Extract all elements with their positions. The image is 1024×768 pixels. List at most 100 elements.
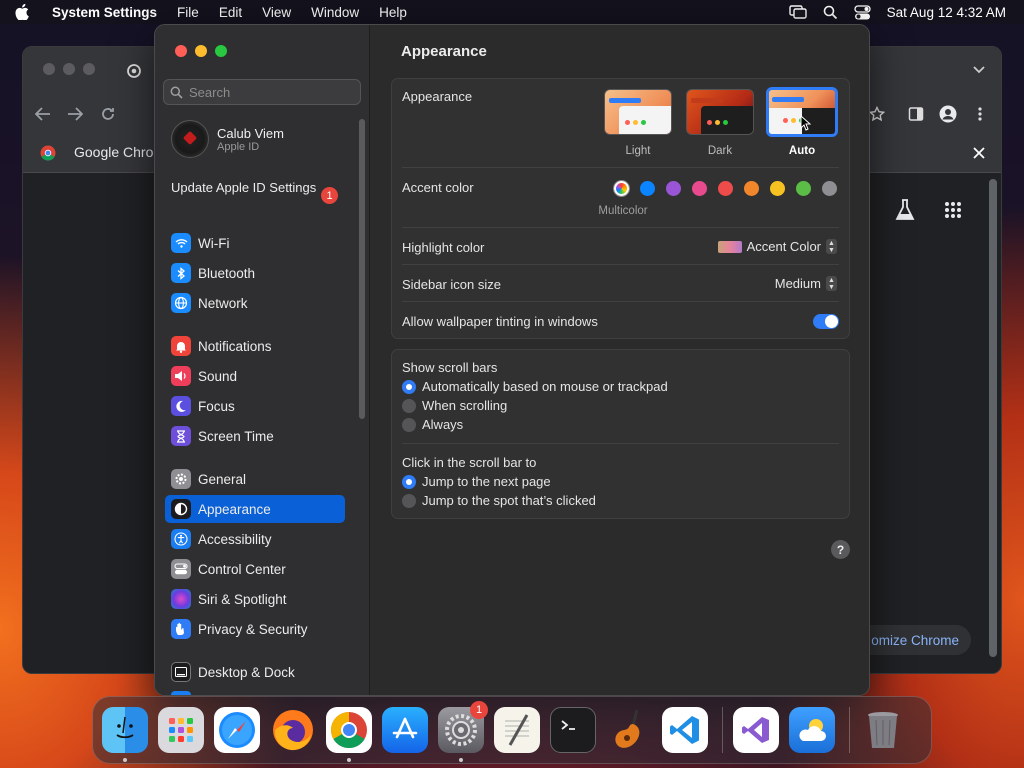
scroll-always-radio[interactable]: Always [402,417,463,432]
sidebar-icon-size-popup[interactable]: Medium ▲ ▼ [775,276,837,291]
wallpaper-tinting-toggle[interactable] [813,314,839,329]
radio-label: Jump to the next page [422,474,551,489]
chevron-down-icon[interactable] [973,66,985,74]
accent-yellow-swatch[interactable] [770,181,785,196]
vscode-app-icon[interactable] [662,707,708,753]
profile-icon[interactable] [939,105,957,123]
back-arrow-icon[interactable] [35,107,51,121]
hourglass-icon [171,426,191,446]
terminal-app-icon[interactable] [550,707,596,753]
textedit-app-icon[interactable] [494,707,540,753]
menu-window[interactable]: Window [301,5,369,20]
chrome-bookmark-label[interactable]: Google Chrom [74,144,165,160]
forward-arrow-icon[interactable] [67,107,83,121]
launchpad-app-icon[interactable] [158,707,204,753]
finder-app-icon[interactable] [102,707,148,762]
sidebar-scrollbar[interactable] [359,119,365,419]
zoom-button[interactable] [215,45,227,57]
close-icon[interactable] [973,147,985,159]
accent-multicolor-swatch[interactable] [614,181,629,196]
accent-orange-swatch[interactable] [744,181,759,196]
labs-flask-icon[interactable] [895,199,915,221]
sidebar-item-bluetooth[interactable]: Bluetooth [165,259,345,287]
apple-id-profile[interactable]: Calub Viem Apple ID [171,120,284,158]
scroll-when-scrolling-radio[interactable]: When scrolling [402,398,507,413]
visual-studio-app-icon[interactable] [733,707,779,753]
accent-pink-swatch[interactable] [692,181,707,196]
sidebar-item-appearance[interactable]: Appearance [165,495,345,523]
sidebar-icon-size-label: Sidebar icon size [402,277,501,292]
accent-caption: Multicolor [598,205,648,217]
sidebar-item-notifications[interactable]: Notifications [165,332,345,360]
menu-view[interactable]: View [252,5,301,20]
chrome-tab-icon [127,64,141,78]
sidebar-item-control-center[interactable]: Control Center [165,555,345,583]
profile-subtitle: Apple ID [217,140,260,153]
close-button[interactable] [175,45,187,57]
radio-button[interactable] [402,379,416,394]
sidebar-item-sound[interactable]: Sound [165,362,345,390]
update-badge: 1 [321,187,338,204]
chrome-minimize-button[interactable] [63,63,75,75]
apple-menu[interactable] [0,4,44,20]
search-field[interactable] [163,79,361,105]
chrome-app-icon[interactable] [326,707,372,762]
sidebar-icon-size-value: Medium [774,276,821,291]
click-spot-radio[interactable]: Jump to the spot that’s clicked [402,493,596,508]
radio-button[interactable] [402,493,416,508]
screen-mirroring-icon[interactable] [788,5,807,19]
scroll-auto-radio[interactable]: Automatically based on mouse or trackpad [402,379,668,394]
sidebar-item-screen-time[interactable]: Screen Time [165,422,345,450]
apps-grid-icon[interactable] [944,201,962,219]
menu-app-name[interactable]: System Settings [44,5,167,20]
app-store-app-icon[interactable] [382,707,428,753]
accent-red-swatch[interactable] [718,181,733,196]
more-vertical-icon[interactable] [978,107,982,121]
dock-separator [722,707,723,753]
sidebar-item-wifi[interactable]: Wi-Fi [165,229,345,257]
sidebar-item-focus[interactable]: Focus [165,392,345,420]
minimize-button[interactable] [195,45,207,57]
sidebar-item-label: Notifications [198,338,272,354]
update-apple-id-item[interactable]: Update Apple ID Settings [171,180,341,196]
trash-app-icon[interactable] [860,707,906,753]
side-panel-icon[interactable] [908,106,924,122]
bookmark-star-icon[interactable] [869,106,885,122]
firefox-app-icon[interactable] [270,707,316,753]
accent-blue-swatch[interactable] [640,181,655,196]
chrome-close-button[interactable] [43,63,55,75]
sidebar-item-general[interactable]: General [165,465,345,493]
sidebar-item-network[interactable]: Network [165,289,345,317]
system-settings-app-icon[interactable]: 1 [438,701,488,762]
appearance-dark-option[interactable] [686,89,754,135]
radio-label: When scrolling [422,398,508,413]
wallpaper-tinting-label: Allow wallpaper tinting in windows [402,314,598,329]
highlight-color-popup[interactable]: Accent Color ▲ ▼ [717,239,837,254]
click-next-page-radio[interactable]: Jump to the next page [402,474,551,489]
radio-button[interactable] [402,474,416,489]
accent-graphite-swatch[interactable] [822,181,837,196]
radio-button[interactable] [402,398,416,413]
accent-purple-swatch[interactable] [666,181,681,196]
search-input[interactable] [189,84,349,100]
safari-app-icon[interactable] [214,707,260,753]
sidebar-item-desktop-dock[interactable]: Desktop & Dock [165,658,345,686]
help-button[interactable]: ? [831,540,850,559]
weather-app-icon[interactable] [789,707,835,753]
spotlight-icon[interactable] [823,5,838,20]
sidebar-item-siri-spotlight[interactable]: Siri & Spotlight [165,585,345,613]
radio-button[interactable] [402,417,416,432]
accent-green-swatch[interactable] [796,181,811,196]
menu-file[interactable]: File [167,5,209,20]
appearance-light-option[interactable] [604,89,672,135]
control-center-icon[interactable] [854,4,871,20]
sidebar-item-accessibility[interactable]: Accessibility [165,525,345,553]
garageband-app-icon[interactable] [606,707,652,753]
chrome-scrollbar[interactable] [989,179,997,657]
chrome-zoom-button[interactable] [83,63,95,75]
sidebar-item-privacy-security[interactable]: Privacy & Security [165,615,345,643]
reload-icon[interactable] [100,106,116,122]
menu-help[interactable]: Help [369,5,417,20]
menu-edit[interactable]: Edit [209,5,252,20]
menubar-clock[interactable]: Sat Aug 12 4:32 AM [887,5,1006,20]
